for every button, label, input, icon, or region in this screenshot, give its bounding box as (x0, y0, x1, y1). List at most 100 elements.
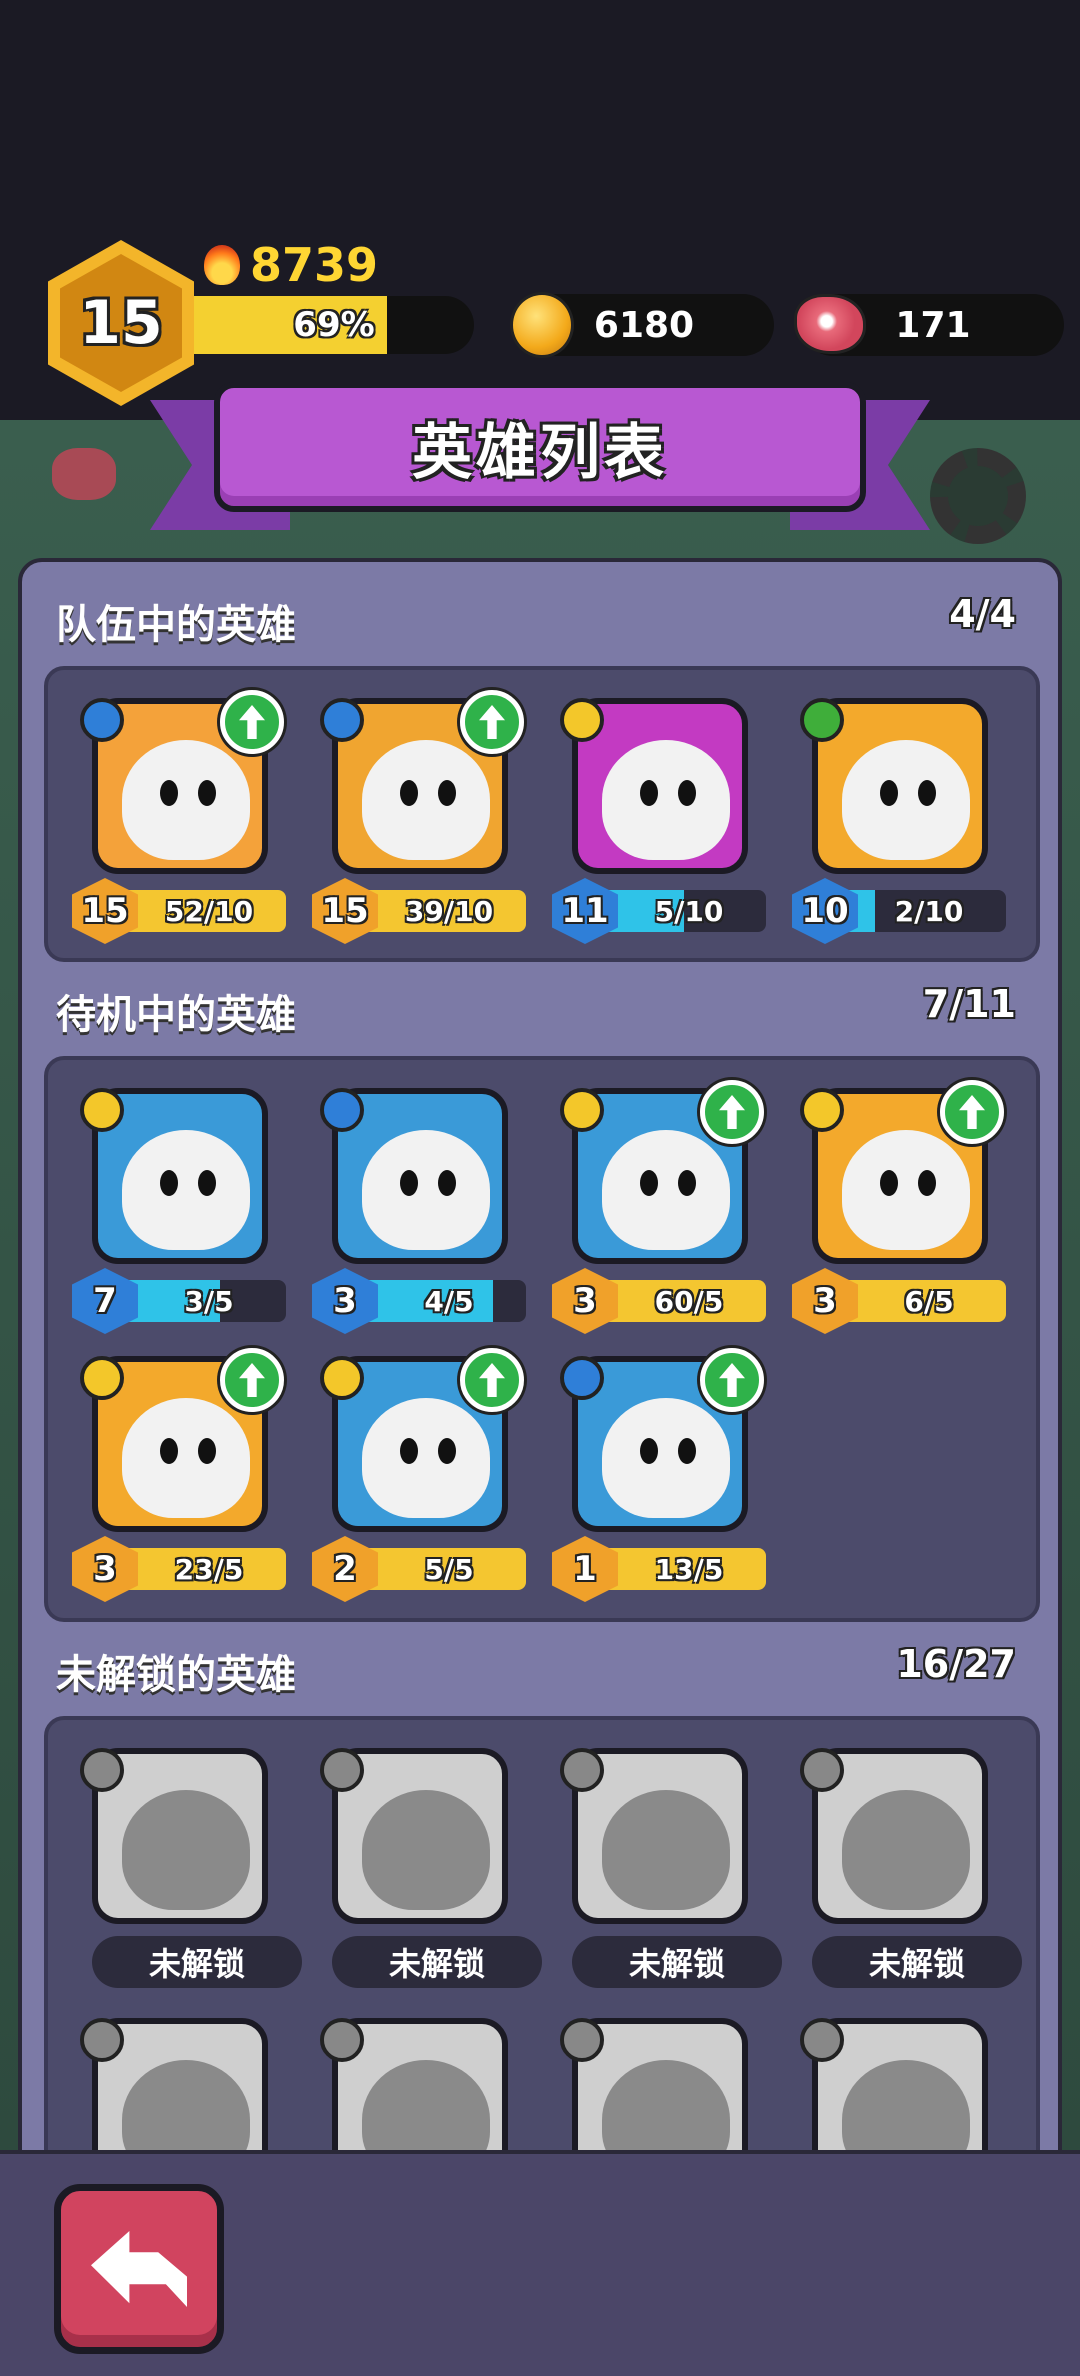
coin-counter[interactable]: 6180 (510, 292, 774, 358)
progress-text: 52/10 (164, 894, 254, 928)
hero-body (362, 1130, 490, 1250)
rank-icon (312, 1348, 372, 1408)
rank-symbol (560, 698, 604, 742)
arrow-up-icon (239, 705, 265, 739)
hero-card[interactable]: 1 13/5 (552, 1348, 766, 1602)
upgrade-arrow-icon (940, 1080, 1004, 1144)
locked-label: 未解锁 (92, 1936, 302, 1988)
hero-body (602, 740, 730, 860)
progress-text: 5/5 (424, 1552, 474, 1586)
power-value: 8739 (250, 238, 379, 292)
hero-eye (400, 1170, 418, 1196)
rank-symbol (560, 2018, 604, 2062)
hero-eye (918, 1170, 936, 1196)
hero-level-badge: 3 (552, 1268, 618, 1334)
rank-icon (312, 1740, 372, 1800)
hero-card[interactable]: 3 60/5 (552, 1080, 766, 1334)
rank-symbol (80, 2018, 124, 2062)
settings-gear-icon[interactable] (930, 448, 1026, 544)
rank-icon (792, 1740, 852, 1800)
hero-eye (880, 780, 898, 806)
standby-section-count: 7/11 (922, 982, 1016, 1026)
hero-list-panel: 队伍中的英雄 4/4 15 52/10 15 39/10 11 5/10 10 2/10 待机… (18, 558, 1062, 2178)
hero-body (122, 740, 250, 860)
bottom-bar (0, 2150, 1080, 2376)
hero-level-badge: 11 (552, 878, 618, 944)
hero-body (362, 1398, 490, 1518)
page-title: 英雄列表 (412, 417, 668, 488)
hero-shard-progress: 60/5 (602, 1280, 766, 1322)
locked-hero-card[interactable]: 未解锁 (552, 1740, 782, 1990)
upgrade-arrow-icon (700, 1080, 764, 1144)
hero-card[interactable]: 15 52/10 (72, 690, 286, 944)
hero-level-badge: 1 (552, 1536, 618, 1602)
rank-icon (72, 1740, 132, 1800)
rank-symbol (320, 698, 364, 742)
xp-percent: 69% (293, 305, 375, 345)
team-hero-grid: 15 52/10 15 39/10 11 5/10 10 2/10 (44, 666, 1040, 962)
rank-icon (792, 1080, 852, 1140)
locked-label: 未解锁 (812, 1936, 1022, 1988)
hero-card[interactable]: 11 5/10 (552, 690, 766, 944)
hero-body (842, 1790, 970, 1910)
locked-hero-card[interactable]: 未解锁 (792, 1740, 1022, 1990)
hero-card[interactable]: 2 5/5 (312, 1348, 526, 1602)
hero-level-badge: 7 (72, 1268, 138, 1334)
hero-card[interactable]: 3 6/5 (792, 1080, 1006, 1334)
hero-eye (160, 780, 178, 806)
locked-hero-card[interactable]: 未解锁 (312, 1740, 542, 1990)
team-section-title: 队伍中的英雄 (56, 602, 296, 648)
hero-card[interactable]: 7 3/5 (72, 1080, 286, 1334)
rank-icon (552, 1080, 612, 1140)
locked-label: 未解锁 (332, 1936, 542, 1988)
hero-shard-progress: 5/10 (602, 890, 766, 932)
hero-level-badge: 15 (72, 878, 138, 944)
hero-eye (880, 1170, 898, 1196)
hero-body (602, 1790, 730, 1910)
hero-eye (400, 1438, 418, 1464)
rank-icon (792, 690, 852, 750)
rank-symbol (320, 1748, 364, 1792)
hero-eye (640, 780, 658, 806)
rank-icon (552, 1740, 612, 1800)
progress-text: 2/10 (894, 894, 964, 928)
arrow-up-icon (479, 1363, 505, 1397)
power-display: 8739 (204, 238, 378, 292)
hero-card[interactable]: 3 23/5 (72, 1348, 286, 1602)
hero-body (122, 1130, 250, 1250)
upgrade-arrow-icon (460, 690, 524, 754)
hero-body (122, 1398, 250, 1518)
hero-card[interactable]: 15 39/10 (312, 690, 526, 944)
hero-shard-progress: 39/10 (362, 890, 526, 932)
team-section-header: 队伍中的英雄 4/4 (56, 592, 1016, 650)
rank-icon (72, 1080, 132, 1140)
hero-card[interactable]: 10 2/10 (792, 690, 1006, 944)
rank-symbol (800, 2018, 844, 2062)
progress-text: 39/10 (404, 894, 494, 928)
progress-text: 13/5 (654, 1552, 724, 1586)
back-button[interactable] (54, 2184, 224, 2354)
hero-body (842, 1130, 970, 1250)
hero-body (602, 1130, 730, 1250)
hero-eye (640, 1438, 658, 1464)
hero-eye (678, 780, 696, 806)
upgrade-arrow-icon (220, 1348, 284, 1412)
hero-shard-progress: 3/5 (122, 1280, 286, 1322)
hero-body (122, 1790, 250, 1910)
flame-icon (204, 245, 240, 285)
rank-icon (792, 2010, 852, 2070)
locked-section-title: 未解锁的英雄 (56, 1652, 296, 1698)
arrow-up-icon (719, 1095, 745, 1129)
hero-level-badge: 2 (312, 1536, 378, 1602)
hero-shard-progress: 5/5 (362, 1548, 526, 1590)
hero-level-badge: 3 (792, 1268, 858, 1334)
meat-value: 171 (895, 304, 971, 346)
hero-shard-progress: 52/10 (122, 890, 286, 932)
meat-counter[interactable]: 171 (794, 294, 1064, 356)
hero-body (362, 740, 490, 860)
background-meat-icon (52, 448, 116, 500)
player-level-value: 15 (60, 254, 182, 392)
hero-card[interactable]: 3 4/5 (312, 1080, 526, 1334)
locked-hero-card[interactable]: 未解锁 (72, 1740, 302, 1990)
hero-level-badge: 3 (312, 1268, 378, 1334)
